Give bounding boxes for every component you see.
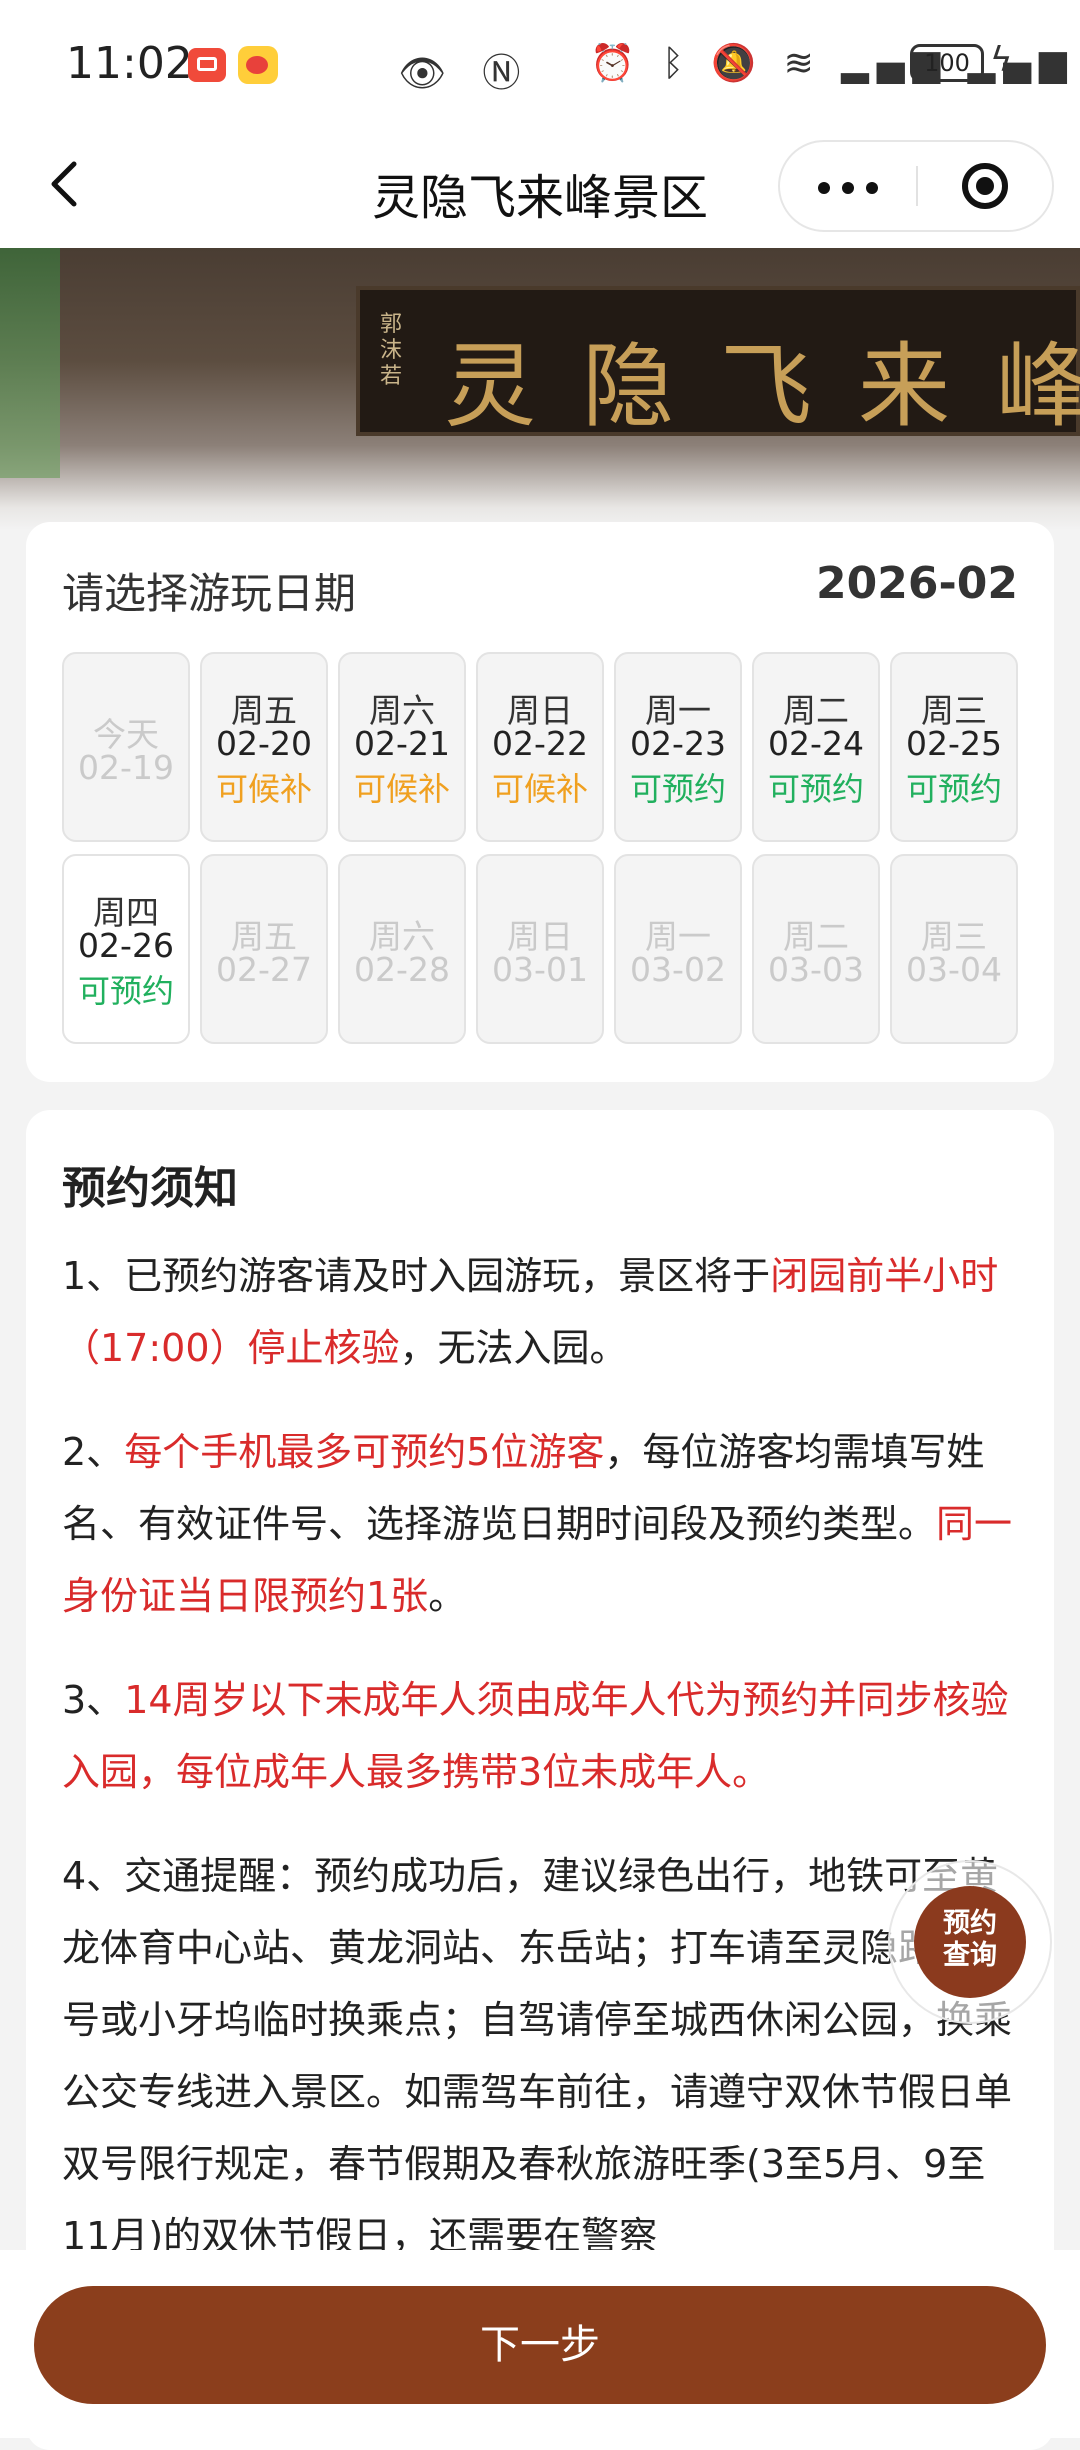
date-picker-title: 请选择游玩日期	[62, 569, 357, 618]
date-picker-card: 请选择游玩日期 2026-02 今天 02-19 周五 02-20 可候补 周六…	[26, 522, 1054, 1082]
date-cell-unavailable: 周三 03-04	[890, 854, 1018, 1044]
date-cell[interactable]: 周日 02-22 可候补	[476, 652, 604, 842]
float-button-line1: 预约	[943, 1908, 997, 1939]
banner-foliage	[0, 248, 60, 478]
date-cell[interactable]: 周四 02-26 可预约	[62, 854, 190, 1044]
plaque-text: 灵隐飞来峰	[444, 333, 1080, 440]
more-button[interactable]	[780, 142, 916, 230]
date-value: 02-25	[906, 724, 1002, 763]
nav-bar: 灵隐飞来峰景区	[0, 130, 1080, 248]
status-time: 11:02	[66, 38, 193, 89]
date-cell-unavailable: 周二 03-03	[752, 854, 880, 1044]
date-status: 可预约	[905, 770, 1002, 808]
date-value: 02-20	[216, 724, 312, 763]
date-status: 可候补	[353, 770, 450, 808]
notice-item-4: 4、交通提醒：预约成功后，建议绿色出行，地铁可至黄龙体育中心站、黄龙洞站、东岳站…	[62, 1854, 1021, 2258]
notice-body: 1、已预约游客请及时入园游玩，景区将于闭园前半小时（17:00）停止核验，无法入…	[62, 1240, 1024, 2304]
temple-plaque: 郭沫若 灵隐飞来峰	[356, 286, 1080, 440]
reservation-query-button[interactable]: 预约 查询	[914, 1886, 1026, 1998]
eye-nfc-icons: 👁 Ⓝ	[398, 51, 533, 95]
date-value: 03-03	[768, 950, 864, 989]
notice-item-2: 2、每个手机最多可预约5位游客，每位游客均需填写姓名、有效证件号、选择游览日期时…	[62, 1430, 1013, 1618]
date-value: 02-19	[78, 748, 174, 787]
date-value: 02-28	[354, 950, 450, 989]
more-dot-icon	[818, 182, 830, 194]
date-status: 可预约	[77, 972, 174, 1010]
date-value: 02-22	[492, 724, 588, 763]
close-mini-program-button[interactable]	[918, 142, 1052, 230]
next-step-button[interactable]: 下一步	[34, 2286, 1046, 2404]
banner-image: 郭沫若 灵隐飞来峰	[0, 248, 1080, 530]
date-status: 可预约	[629, 770, 726, 808]
float-button-line2: 查询	[943, 1940, 997, 1971]
date-cell-today: 今天 02-19	[62, 652, 190, 842]
date-value: 03-01	[492, 950, 588, 989]
notice-item-3: 3、14周岁以下未成年人须由成年人代为预约并同步核验入园，每位成年人最多携带3位…	[62, 1678, 1009, 1794]
weibo-notification-icon	[238, 46, 278, 84]
date-value: 02-26	[78, 926, 174, 965]
date-cell[interactable]: 周一 02-23 可预约	[614, 652, 742, 842]
date-status: 可候补	[491, 770, 588, 808]
charging-icon: ϟ	[990, 40, 1013, 80]
date-cell-unavailable: 周五 02-27	[200, 854, 328, 1044]
notice-card[interactable]: 预约须知 1、已预约游客请及时入园游玩，景区将于闭园前半小时（17:00）停止核…	[26, 1110, 1054, 2450]
date-cell[interactable]: 周二 02-24 可预约	[752, 652, 880, 842]
date-cell[interactable]: 周三 02-25 可预约	[890, 652, 1018, 842]
more-dot-icon	[866, 182, 878, 194]
app-notification-icon	[188, 48, 226, 82]
date-cell-unavailable: 周一 03-02	[614, 854, 742, 1044]
battery-icon: 100	[910, 44, 984, 82]
status-bar: 11:02 👁 Ⓝ ⏰ ᛒ 🔕 ≋ ▂▄▆ ▂▄▆ 100 ϟ	[0, 0, 1080, 130]
date-value: 02-27	[216, 950, 312, 989]
more-dot-icon	[842, 182, 854, 194]
date-cell[interactable]: 周六 02-21 可候补	[338, 652, 466, 842]
date-picker-month: 2026-02	[816, 558, 1018, 609]
date-status: 可候补	[215, 770, 312, 808]
bottom-bar: 下一步	[0, 2250, 1080, 2438]
date-value: 02-23	[630, 724, 726, 763]
target-dot	[976, 177, 994, 195]
date-cell-unavailable: 周六 02-28	[338, 854, 466, 1044]
date-value: 03-04	[906, 950, 1002, 989]
notice-title: 预约须知	[62, 1163, 238, 1214]
date-value: 02-24	[768, 724, 864, 763]
date-status: 可预约	[767, 770, 864, 808]
date-value: 02-21	[354, 724, 450, 763]
plaque-signature: 郭沫若	[380, 312, 403, 389]
date-cell-unavailable: 周日 03-01	[476, 854, 604, 1044]
date-cell[interactable]: 周五 02-20 可候补	[200, 652, 328, 842]
date-value: 03-02	[630, 950, 726, 989]
notice-item-1: 1、已预约游客请及时入园游玩，景区将于闭园前半小时（17:00）停止核验，无法入…	[62, 1254, 999, 1370]
mini-program-capsule	[778, 140, 1054, 232]
